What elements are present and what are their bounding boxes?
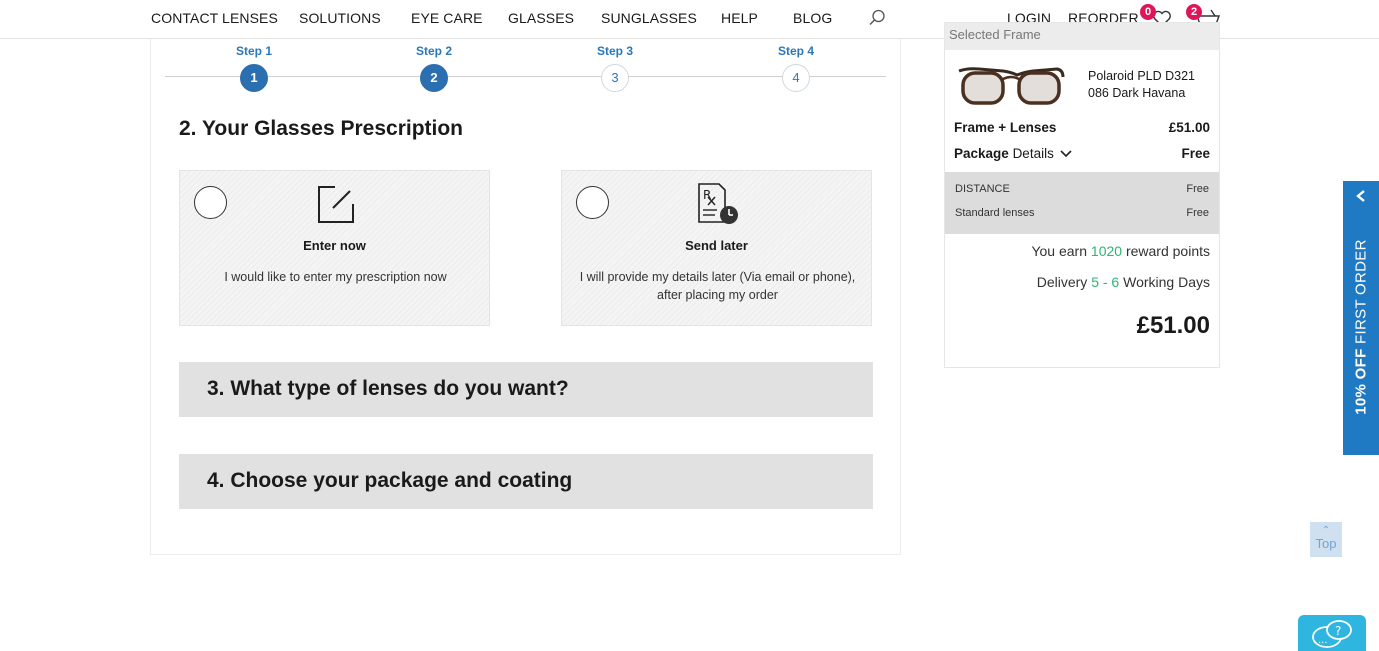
search-icon[interactable] xyxy=(868,9,886,27)
basket-count-badge: 2 xyxy=(1186,4,1202,20)
package-coating-section[interactable]: 4. Choose your package and coating xyxy=(179,454,873,509)
details-label: Details xyxy=(1012,146,1054,161)
chevron-down-icon xyxy=(1060,150,1072,158)
chevron-up-icon: ⌃ xyxy=(1321,525,1331,536)
package-details-box: DISTANCE Free Standard lenses Free xyxy=(945,172,1219,234)
send-later-radio[interactable] xyxy=(576,186,609,219)
package-line-label: Standard lenses xyxy=(955,207,1035,219)
step-label: Step 4 xyxy=(777,44,814,58)
delivery-suffix: Working Days xyxy=(1123,274,1210,290)
step-number: 4 xyxy=(782,64,810,92)
nav-contact-lenses[interactable]: CONTACT LENSES xyxy=(151,10,278,26)
delivery-text: Delivery 5 - 6 Working Days xyxy=(1037,274,1210,290)
order-total: £51.00 xyxy=(1136,312,1210,339)
package-price: Free xyxy=(1181,146,1210,161)
prescription-title: 2. Your Glasses Prescription xyxy=(179,117,464,140)
lens-type-section[interactable]: 3. What type of lenses do you want? xyxy=(179,362,873,417)
first-order-promo-tab[interactable]: 10% OFF FIRST ORDER xyxy=(1343,181,1379,455)
chat-bubble-icon: ? ... xyxy=(1312,620,1352,648)
svg-text:...: ... xyxy=(1318,635,1328,646)
nav-solutions[interactable]: SOLUTIONS xyxy=(299,10,381,26)
step-3[interactable]: Step 3 3 xyxy=(585,44,645,92)
nav-glasses[interactable]: GLASSES xyxy=(508,10,574,26)
chat-button[interactable]: ? ... xyxy=(1298,615,1366,651)
step-2[interactable]: Step 2 2 xyxy=(404,44,464,92)
prescription-clock-icon: R xyxy=(698,183,738,224)
promo-text: 10% OFF FIRST ORDER xyxy=(1353,239,1370,414)
promo-discount: 10% OFF xyxy=(1352,348,1370,415)
package-line: DISTANCE Free xyxy=(955,183,1209,195)
earn-suffix: reward points xyxy=(1125,243,1210,259)
step-label: Step 1 xyxy=(235,44,272,58)
package-line-price: Free xyxy=(1186,183,1209,195)
send-later-description: I will provide my details later (Via ema… xyxy=(579,270,856,302)
step-4[interactable]: Step 4 4 xyxy=(766,44,826,92)
summary-header-label: Selected Frame xyxy=(949,27,1041,42)
package-line: Standard lenses Free xyxy=(955,207,1209,219)
summary-header: Selected Frame xyxy=(945,23,1219,50)
svg-text:?: ? xyxy=(1335,624,1341,638)
delivery-prefix: Delivery xyxy=(1036,274,1088,290)
step-number: 1 xyxy=(240,64,268,92)
frame-lenses-price: £51.00 xyxy=(1168,120,1210,135)
promo-label: FIRST ORDER xyxy=(1352,239,1370,344)
frame-image xyxy=(958,67,1065,105)
option-send-later[interactable]: R Send later I will provide my details l… xyxy=(561,170,872,326)
chevron-left-icon xyxy=(1356,190,1365,202)
nav-blog[interactable]: BLOG xyxy=(793,10,832,26)
package-details-toggle[interactable]: Details xyxy=(1013,146,1072,161)
edit-icon xyxy=(318,186,354,223)
step-1[interactable]: Step 1 1 xyxy=(224,44,284,92)
enter-now-description: I would like to enter my prescription no… xyxy=(224,270,447,284)
order-summary: Selected Frame Polaroid PLD D321 086 Dar… xyxy=(944,22,1220,368)
package-coating-title: 4. Choose your package and coating xyxy=(207,469,573,492)
reward-points-text: You earn 1020 reward points xyxy=(1031,243,1210,259)
earn-prefix: You earn xyxy=(1031,243,1088,259)
frame-name: Polaroid PLD D321 086 Dark Havana xyxy=(1088,69,1196,100)
step-label: Step 3 xyxy=(596,44,633,58)
send-later-title: Send later xyxy=(685,238,748,253)
reward-points-value: 1020 xyxy=(1090,243,1123,259)
nav-eye-care[interactable]: EYE CARE xyxy=(411,10,483,26)
step-number: 2 xyxy=(420,64,448,92)
option-enter-now[interactable]: Enter now I would like to enter my presc… xyxy=(179,170,490,326)
frame-lenses-label: Frame + Lenses xyxy=(954,120,1057,135)
delivery-days: 5 - 6 xyxy=(1091,274,1120,290)
nav-help[interactable]: HELP xyxy=(721,10,758,26)
step-label: Step 2 xyxy=(415,44,452,58)
enter-now-radio[interactable] xyxy=(194,186,227,219)
back-to-top-button[interactable]: ⌃ Top xyxy=(1310,522,1342,557)
lens-type-title: 3. What type of lenses do you want? xyxy=(207,377,569,400)
package-label-group: Package Details xyxy=(954,146,1072,161)
package-label: Package xyxy=(954,146,1009,161)
package-line-price: Free xyxy=(1186,207,1209,219)
back-to-top-label: Top xyxy=(1315,536,1337,551)
enter-now-title: Enter now xyxy=(303,238,366,253)
package-line-label: DISTANCE xyxy=(955,183,1010,195)
wishlist-count-badge: 0 xyxy=(1140,4,1156,20)
nav-sunglasses[interactable]: SUNGLASSES xyxy=(601,10,697,26)
step-number: 3 xyxy=(601,64,629,92)
